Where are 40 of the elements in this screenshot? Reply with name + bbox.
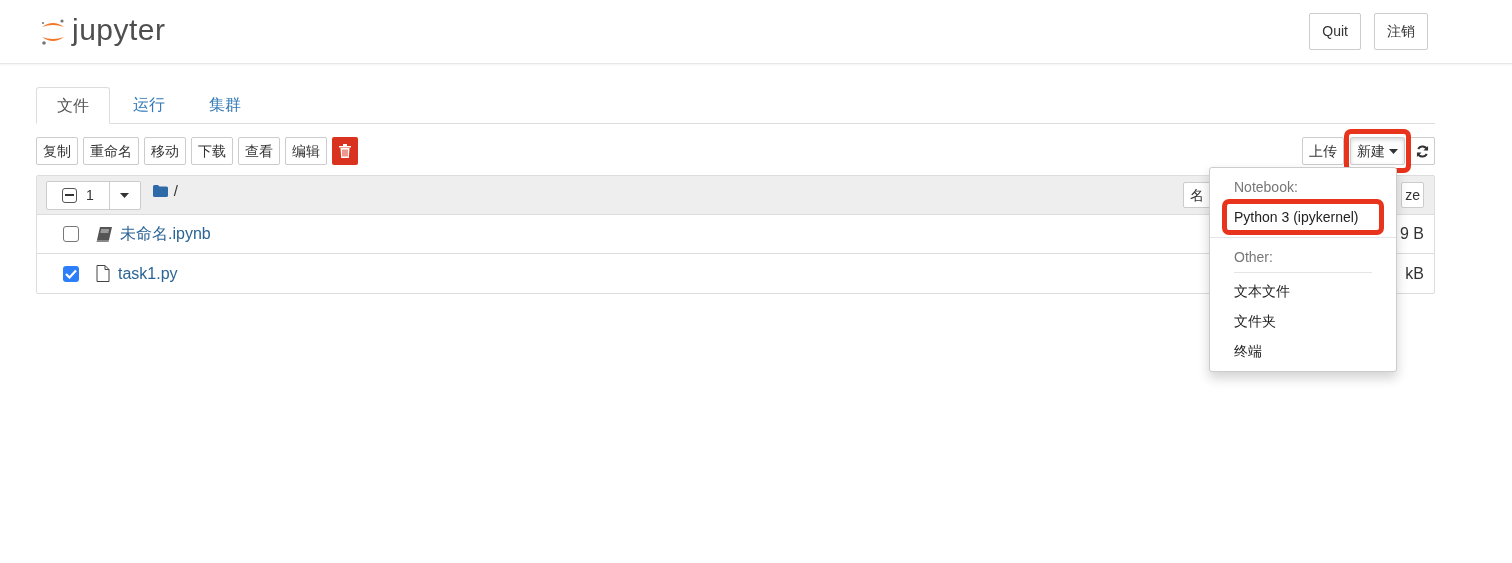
sort-button[interactable]: ze: [1401, 182, 1424, 208]
menu-item[interactable]: 文本文件: [1234, 280, 1372, 302]
trash-icon: [339, 144, 351, 158]
toolbar-button[interactable]: 复制: [36, 137, 78, 165]
logo-text: jupyter: [72, 14, 166, 48]
menu-item[interactable]: 终端: [1234, 340, 1372, 362]
folder-icon: [152, 185, 168, 197]
book-icon: [96, 226, 112, 242]
menu-item[interactable]: Python 3 (ipykernel): [1234, 206, 1372, 228]
new-button[interactable]: 新建: [1350, 137, 1405, 165]
delete-button[interactable]: [332, 137, 358, 165]
file-link[interactable]: 未命名.ipynb: [120, 222, 211, 246]
caret-icon: [120, 192, 130, 198]
toolbar-button[interactable]: 查看: [238, 137, 280, 165]
tab[interactable]: 集群: [188, 86, 262, 123]
file-size: kB: [1405, 263, 1424, 284]
file-link[interactable]: task1.py: [118, 261, 178, 286]
file-size: 9 B: [1400, 224, 1424, 244]
row-checkbox[interactable]: [63, 226, 79, 242]
breadcrumb-path[interactable]: /: [173, 179, 178, 203]
select-all-checkbox[interactable]: [62, 187, 77, 203]
menu-item[interactable]: 文件夹: [1234, 310, 1372, 332]
upload-button[interactable]: 上传: [1302, 137, 1344, 165]
tab[interactable]: 运行: [112, 86, 186, 123]
toolbar-button[interactable]: 下载: [191, 137, 233, 165]
toolbar-button[interactable]: 移动: [144, 137, 186, 165]
toolbar-button[interactable]: 编辑: [285, 137, 327, 165]
tab[interactable]: 文件: [36, 87, 110, 124]
toolbar-button[interactable]: 重命名: [83, 137, 139, 165]
file-icon: [96, 265, 110, 282]
caret-icon: [1389, 148, 1398, 154]
row-checkbox[interactable]: [63, 265, 79, 282]
refresh-icon: [1415, 144, 1429, 158]
sort-button[interactable]: 名: [1183, 182, 1212, 208]
header-button[interactable]: Quit: [1309, 13, 1361, 50]
menu-heading: Other:: [1234, 249, 1273, 265]
menu-heading: Notebook:: [1234, 179, 1298, 195]
selected-count: 1: [86, 185, 94, 205]
refresh-button[interactable]: [1409, 137, 1435, 165]
header-button[interactable]: 注销: [1374, 13, 1428, 50]
